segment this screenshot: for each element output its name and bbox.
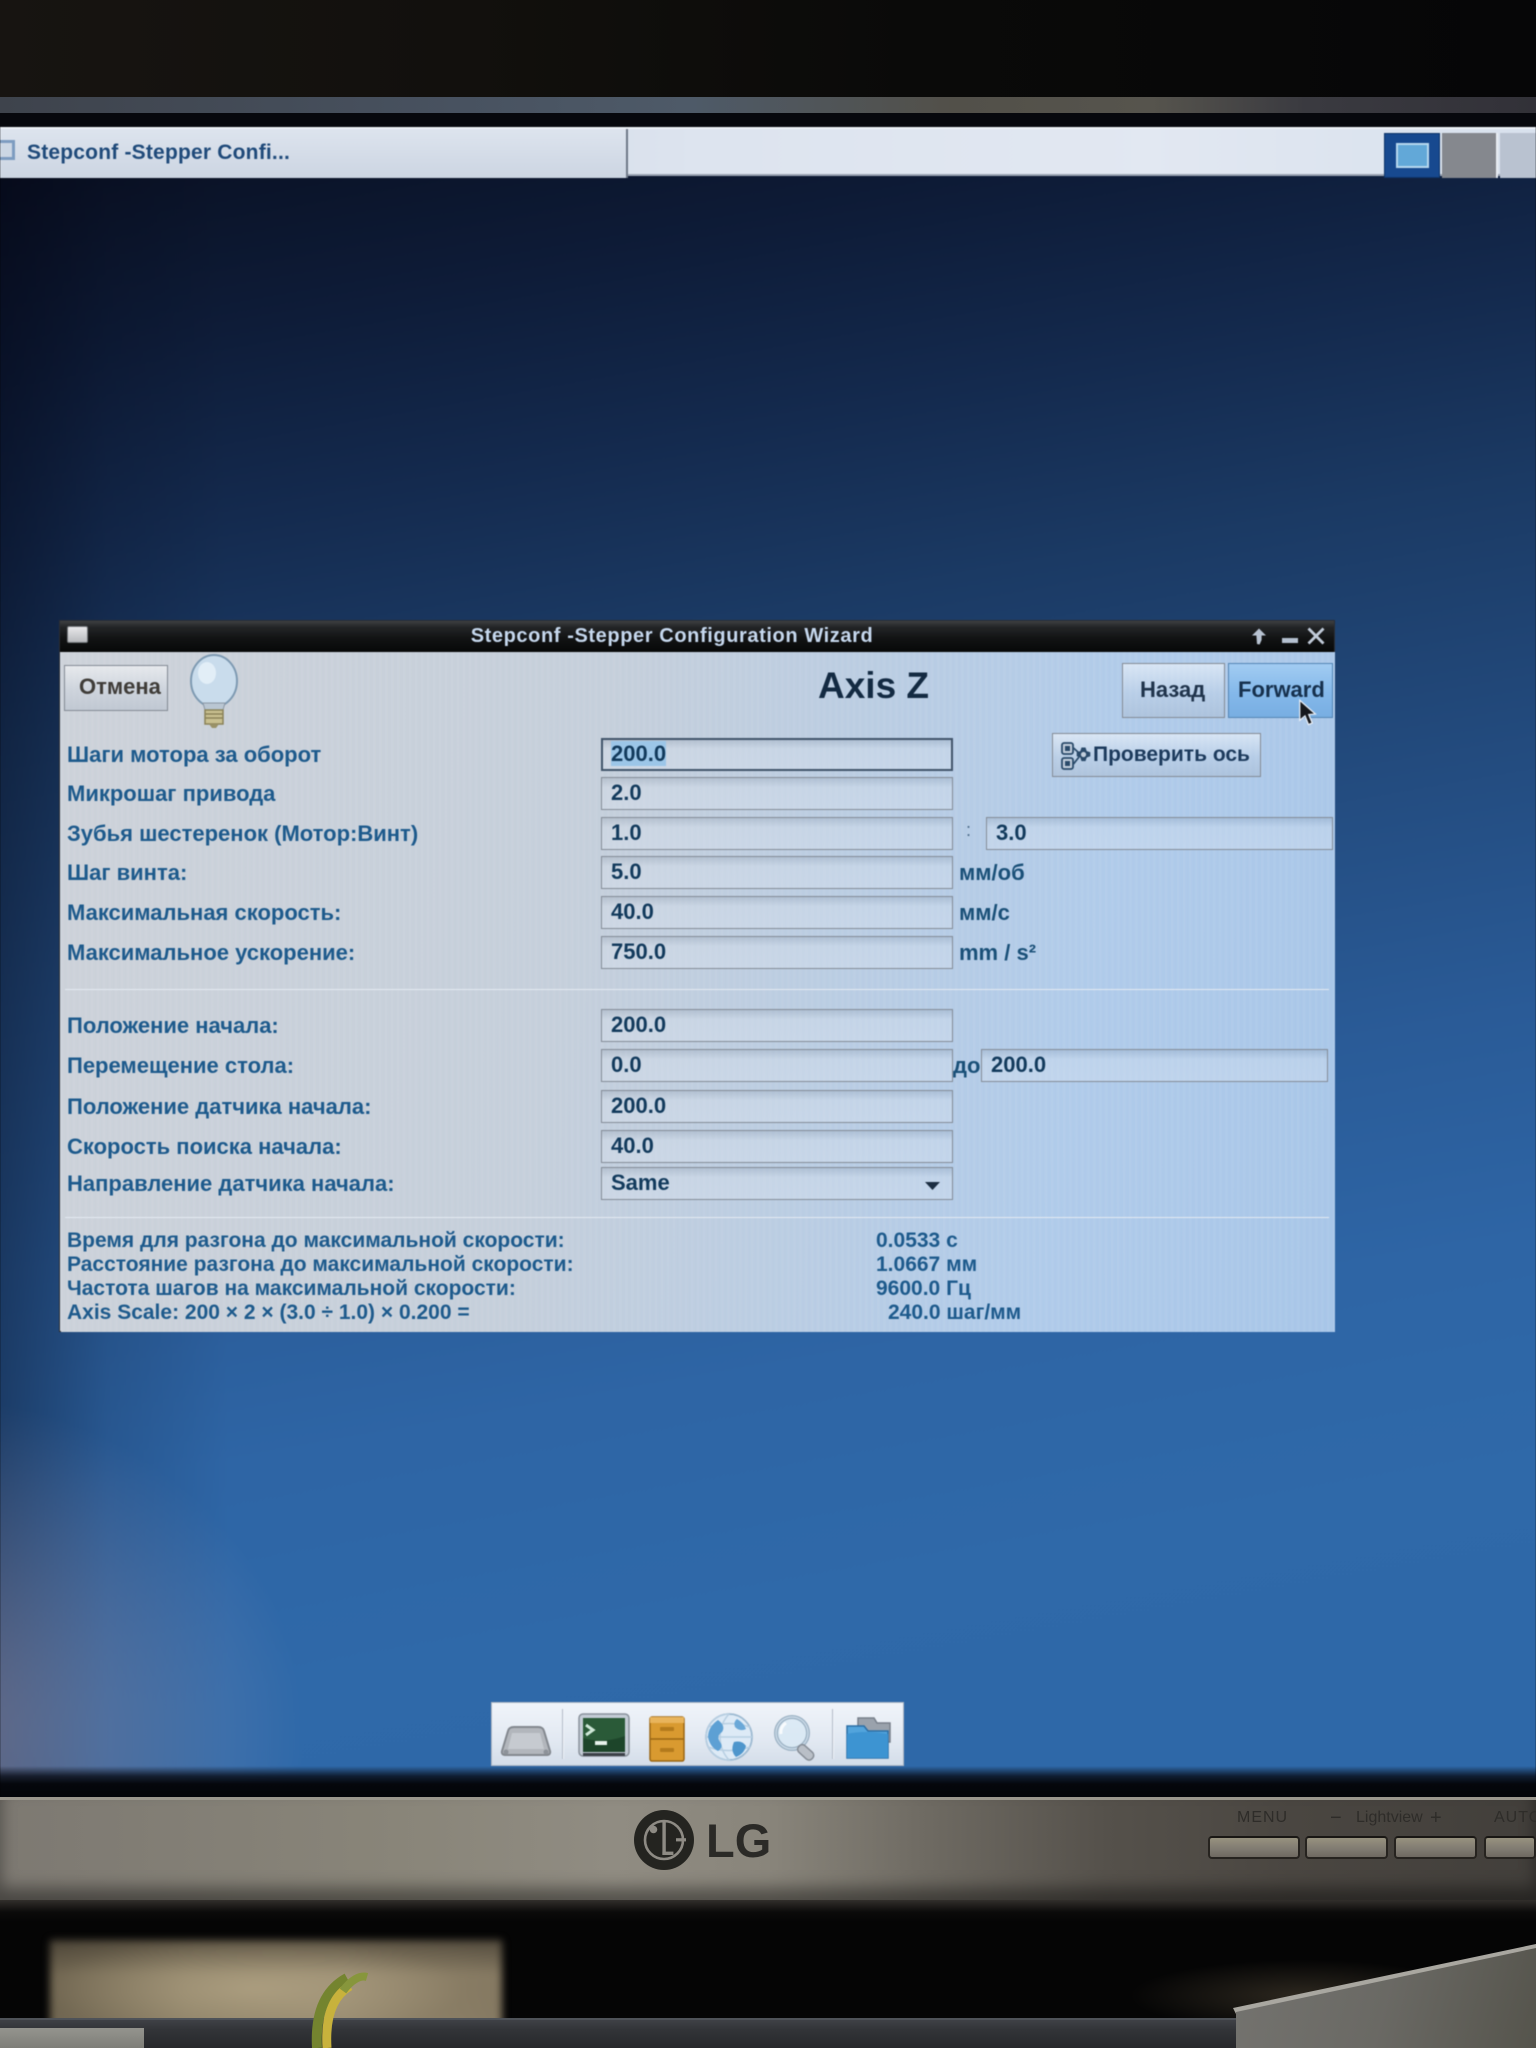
svg-text:LG: LG	[706, 1814, 771, 1867]
